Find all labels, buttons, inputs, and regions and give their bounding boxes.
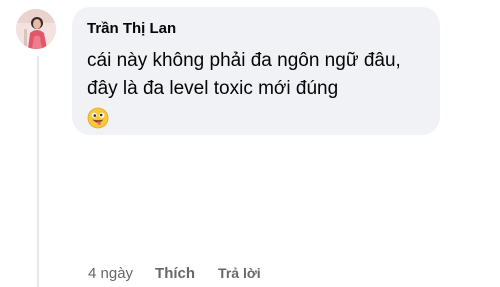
comment-thread: Trần Thị Lan cái này không phải đa ngôn … [0, 0, 500, 287]
goofy-face-emoji-icon [87, 107, 109, 129]
thread-line [37, 56, 39, 287]
comment-timestamp[interactable]: 4 ngày [88, 265, 133, 282]
avatar-photo-icon [16, 9, 56, 49]
comment-author[interactable]: Trần Thị Lan [87, 19, 426, 39]
avatar[interactable] [16, 9, 56, 49]
reply-button[interactable]: Trả lời [218, 265, 261, 281]
comment-bubble: Trần Thị Lan cái này không phải đa ngôn … [72, 7, 440, 135]
comment-text: cái này không phải đa ngôn ngữ đâu, đây … [87, 50, 401, 99]
like-button[interactable]: Thích [155, 265, 195, 282]
comment-actions: 4 ngày Thích Trả lời [88, 263, 261, 283]
